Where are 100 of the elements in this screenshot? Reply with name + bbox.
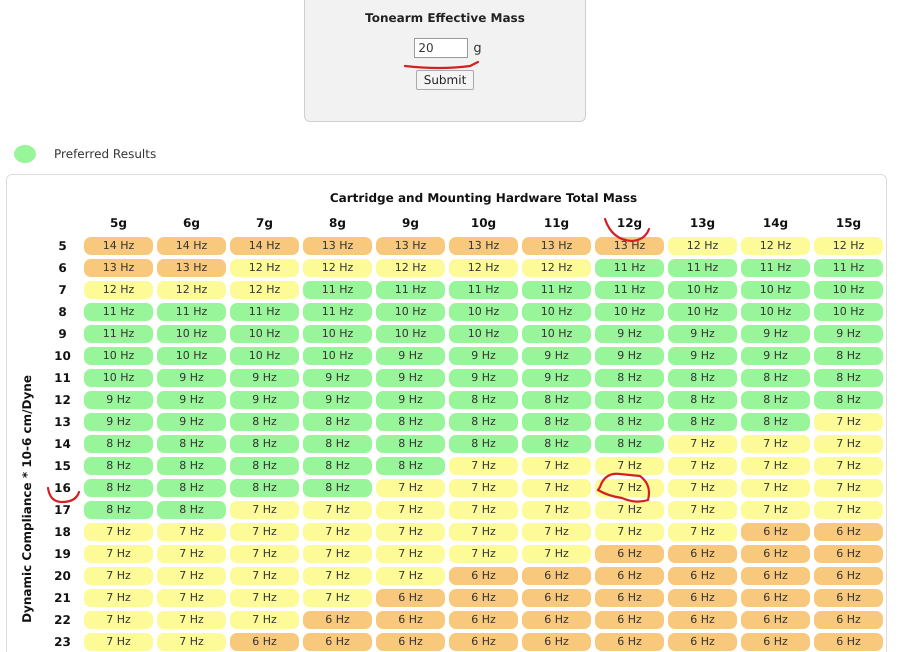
table-cell: 8 Hz — [84, 435, 153, 453]
table-cell: 7 Hz — [668, 457, 737, 475]
table-cell: 7 Hz — [376, 523, 445, 541]
table-cell: 9 Hz — [814, 325, 883, 343]
table-cell: 11 Hz — [230, 303, 299, 321]
table-cell: 7 Hz — [668, 501, 737, 519]
table-cell: 8 Hz — [230, 457, 299, 475]
table-cell: 8 Hz — [522, 391, 591, 409]
input-field[interactable]: 20 — [414, 38, 468, 58]
table-cell: 10 Hz — [84, 369, 153, 387]
table-cell: 9 Hz — [376, 347, 445, 365]
table-cell: 12 Hz — [303, 259, 372, 277]
table-cell: 8 Hz — [668, 413, 737, 431]
table-cell: 11 Hz — [814, 259, 883, 277]
row-header: 13 — [53, 414, 72, 431]
table-cell: 6 Hz — [303, 633, 372, 651]
table-cell: 8 Hz — [449, 413, 518, 431]
table-cell: 7 Hz — [376, 567, 445, 585]
table-cell: 14 Hz — [157, 237, 226, 255]
table-cell: 11 Hz — [84, 325, 153, 343]
axis-label: Dynamic Compliance * 10-6 cm/Dyne — [20, 375, 34, 623]
table-cell: 7 Hz — [376, 545, 445, 563]
table-cell: 13 Hz — [522, 237, 591, 255]
row-header: 18 — [53, 524, 72, 541]
table-cell: 9 Hz — [84, 413, 153, 431]
table-cell: 6 Hz — [814, 633, 883, 651]
table-cell: 6 Hz — [814, 567, 883, 585]
table-cell: 9 Hz — [668, 347, 737, 365]
table-cell: 8 Hz — [303, 413, 372, 431]
row-header: 23 — [53, 634, 72, 651]
table-cell: 8 Hz — [376, 413, 445, 431]
table-cell: 8 Hz — [595, 413, 664, 431]
table-cell: 7 Hz — [303, 545, 372, 563]
row-header: 9 — [57, 326, 68, 343]
table-cell: 8 Hz — [303, 457, 372, 475]
table-cell: 6 Hz — [522, 567, 591, 585]
table-cell: 7 Hz — [230, 545, 299, 563]
table-cell: 10 Hz — [522, 303, 591, 321]
table-cell: 10 Hz — [668, 303, 737, 321]
table-cell: 9 Hz — [84, 391, 153, 409]
column-header: 15g — [834, 215, 862, 232]
table-cell: 7 Hz — [84, 633, 153, 651]
table-cell: 7 Hz — [157, 611, 226, 629]
table-cell: 8 Hz — [522, 435, 591, 453]
table-cell: 6 Hz — [376, 589, 445, 607]
table-cell: 10 Hz — [668, 281, 737, 299]
table-cell: 8 Hz — [157, 479, 226, 497]
table-cell: 6 Hz — [376, 633, 445, 651]
table-cell: 7 Hz — [522, 457, 591, 475]
table-cell: 12 Hz — [230, 281, 299, 299]
table-cell: 7 Hz — [741, 501, 810, 519]
column-header: 13g — [688, 215, 716, 232]
table-cell: 7 Hz — [84, 523, 153, 541]
table-cell: 6 Hz — [814, 523, 883, 541]
table-cell: 8 Hz — [741, 413, 810, 431]
table-cell: 13 Hz — [595, 237, 664, 255]
column-header: 10g — [470, 215, 498, 232]
table-cell: 10 Hz — [84, 347, 153, 365]
table-cell: 6 Hz — [741, 611, 810, 629]
table-cell: 7 Hz — [449, 457, 518, 475]
table-cell: 9 Hz — [230, 369, 299, 387]
table-cell: 7 Hz — [230, 611, 299, 629]
table-cell: 7 Hz — [157, 567, 226, 585]
table-cell: 6 Hz — [230, 633, 299, 651]
row-header: 5 — [57, 238, 68, 255]
row-header: 7 — [57, 282, 68, 299]
table-cell: 7 Hz — [230, 567, 299, 585]
table-cell: 7 Hz — [522, 523, 591, 541]
table-cell: 7 Hz — [303, 501, 372, 519]
table-cell: 10 Hz — [449, 325, 518, 343]
table-cell: 7 Hz — [157, 633, 226, 651]
table-cell: 7 Hz — [449, 545, 518, 563]
table-cell: 12 Hz — [668, 237, 737, 255]
table-cell: 8 Hz — [741, 369, 810, 387]
table-title: Cartridge and Mounting Hardware Total Mass — [328, 190, 638, 207]
table-cell: 6 Hz — [814, 545, 883, 563]
table-cell: 8 Hz — [376, 435, 445, 453]
table-cell: 9 Hz — [595, 347, 664, 365]
table-cell: 12 Hz — [230, 259, 299, 277]
submit-button[interactable]: Submit — [416, 70, 474, 90]
table-cell: 10 Hz — [230, 347, 299, 365]
table-cell: 14 Hz — [230, 237, 299, 255]
table-cell: 9 Hz — [741, 325, 810, 343]
row-header: 11 — [53, 370, 72, 387]
table-cell: 12 Hz — [84, 281, 153, 299]
table-cell: 9 Hz — [595, 325, 664, 343]
table-cell: 6 Hz — [595, 545, 664, 563]
table-cell: 8 Hz — [84, 457, 153, 475]
table-cell: 7 Hz — [303, 523, 372, 541]
row-header: 14 — [53, 436, 72, 453]
table-cell: 8 Hz — [303, 479, 372, 497]
table-cell: 6 Hz — [595, 589, 664, 607]
table-cell: 6 Hz — [668, 589, 737, 607]
table-cell: 7 Hz — [814, 457, 883, 475]
table-cell: 6 Hz — [741, 633, 810, 651]
legend-label: Preferred Results — [54, 147, 156, 161]
row-header: 6 — [57, 260, 68, 277]
table-cell: 6 Hz — [741, 567, 810, 585]
table-cell: 6 Hz — [449, 633, 518, 651]
table-cell: 11 Hz — [84, 303, 153, 321]
